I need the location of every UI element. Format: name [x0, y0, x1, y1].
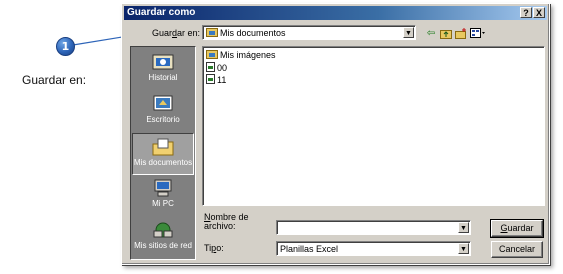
filename-label: Nombre de archivo:	[204, 212, 249, 231]
my-documents-icon	[152, 138, 174, 156]
save-in-value: Mis documentos	[206, 28, 286, 38]
views-menu-icon[interactable]	[470, 28, 486, 39]
callout-number-badge: 1	[56, 37, 75, 56]
save-as-dialog: Guardar como ? X Guardar en: Mis documen…	[121, 3, 550, 265]
list-item[interactable]: Mis imágenes	[206, 50, 276, 61]
place-history[interactable]: Historial	[132, 49, 194, 91]
history-icon	[152, 53, 174, 71]
filename-dropdown-arrow[interactable]: ▼	[458, 222, 469, 233]
list-item[interactable]: 00	[206, 62, 227, 74]
callout-label: Guardar en:	[22, 73, 87, 87]
place-desktop[interactable]: Escritorio	[132, 91, 194, 133]
filetype-select[interactable]: Planillas Excel ▼	[276, 241, 471, 256]
save-in-combo[interactable]: Mis documentos ▼	[202, 25, 416, 40]
filename-input[interactable]: ▼	[276, 220, 471, 235]
up-folder-icon[interactable]	[440, 28, 452, 39]
excel-file-icon	[206, 74, 215, 84]
save-button[interactable]: Guardar	[490, 219, 544, 238]
filetype-dropdown-arrow[interactable]: ▼	[458, 243, 469, 254]
my-documents-icon	[206, 28, 218, 37]
new-folder-icon[interactable]	[455, 28, 467, 39]
save-in-label: Guardar en:	[152, 28, 201, 38]
network-places-icon	[152, 221, 174, 239]
place-my-documents[interactable]: Mis documentos	[132, 133, 194, 175]
close-button[interactable]: X	[533, 7, 545, 18]
file-list[interactable]: Mis imágenes 00 11	[202, 46, 545, 206]
cancel-button[interactable]: Cancelar	[491, 241, 543, 258]
place-network[interactable]: Mis sitios de red	[132, 217, 194, 259]
desktop-icon	[152, 95, 174, 113]
list-item[interactable]: 11	[206, 74, 226, 86]
folder-icon	[206, 50, 218, 59]
excel-file-icon	[206, 62, 215, 72]
back-arrow-icon[interactable]: ⇦	[425, 28, 437, 39]
dialog-title: Guardar como	[127, 7, 196, 18]
stage: 1 Guardar en: Guardar como ? X Guardar e…	[0, 0, 563, 274]
my-computer-icon	[152, 179, 174, 197]
save-in-dropdown-arrow[interactable]: ▼	[403, 27, 414, 38]
dialog-titlebar[interactable]: Guardar como ? X	[124, 6, 547, 20]
filetype-label: Tipo:	[204, 243, 224, 253]
help-button[interactable]: ?	[520, 7, 532, 18]
places-bar: Historial Escritorio Mis documentos Mi P…	[130, 46, 196, 260]
place-my-computer[interactable]: Mi PC	[132, 175, 194, 217]
